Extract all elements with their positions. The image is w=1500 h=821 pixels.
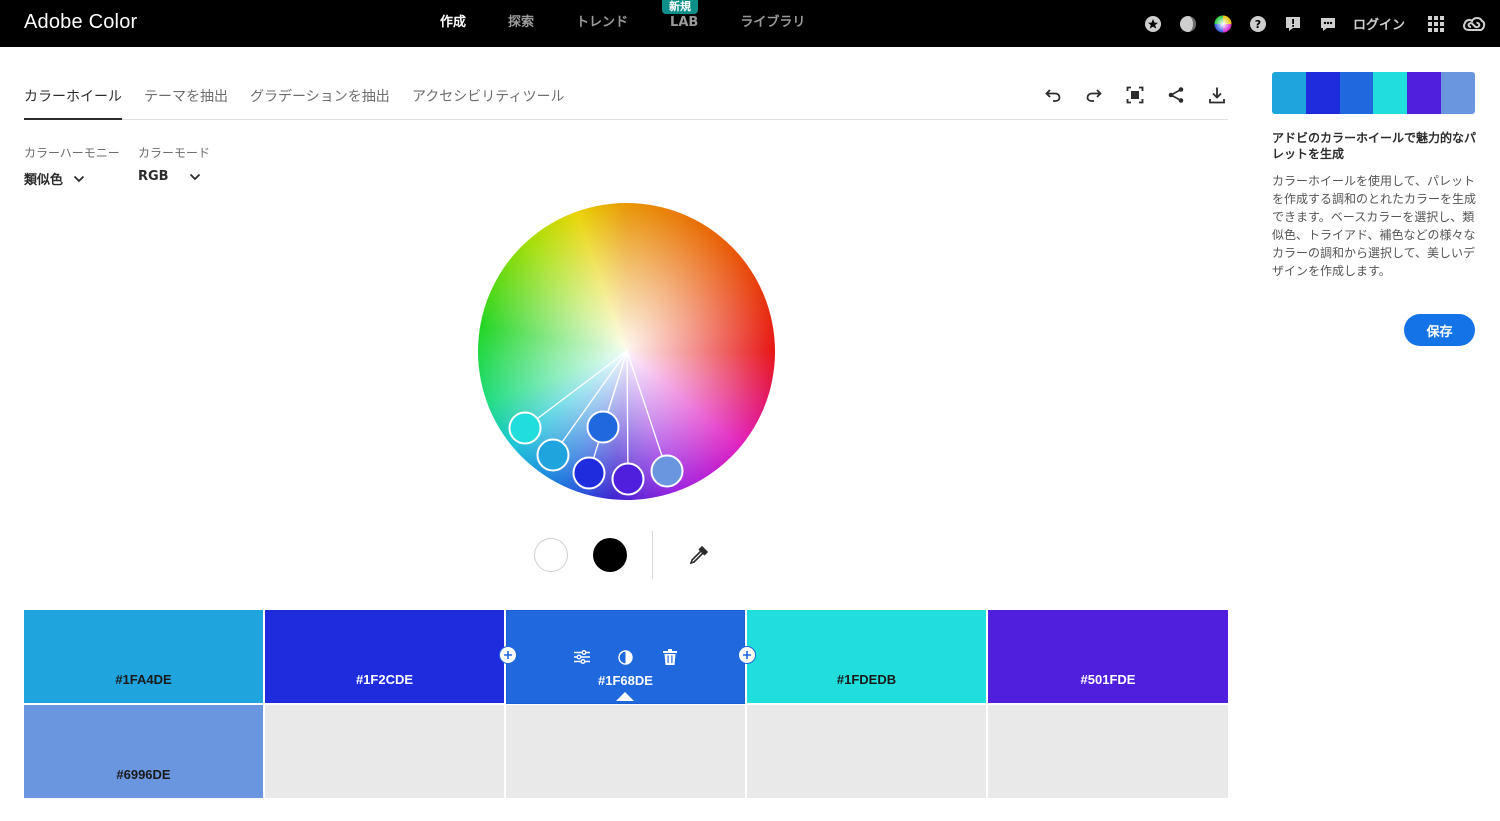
save-button[interactable]: 保存: [1404, 314, 1475, 346]
nav-lab[interactable]: 新規 LAB: [662, 0, 698, 47]
mode-value: RGB: [138, 169, 169, 184]
nav-library[interactable]: ライブラリ: [740, 0, 805, 47]
nav-trends[interactable]: トレンド: [576, 0, 628, 47]
wheel-handle-5[interactable]: [611, 462, 645, 496]
panel-description: カラーホイールを使用して、パレットを作成する調和のとれたカラーを生成できます。ベ…: [1272, 174, 1477, 278]
add-swatch-right-icon[interactable]: [738, 646, 756, 664]
swatch-1[interactable]: #1FA4DE: [24, 610, 263, 703]
empty-slot: [747, 705, 986, 798]
swatch-grid: #1FA4DE #1F2CDE #1F68DE #1FDEDB #501FDE …: [24, 610, 1228, 798]
empty-slot: [265, 705, 504, 798]
tab-accessibility-tools[interactable]: アクセシビリティツール: [412, 86, 564, 120]
swatch-3-selected[interactable]: #1F68DE: [506, 610, 745, 704]
contrast-icon[interactable]: [617, 648, 635, 666]
color-wheel-icon[interactable]: [1214, 15, 1232, 33]
selected-caret-icon: [616, 692, 634, 701]
undo-icon[interactable]: [1042, 84, 1064, 106]
mode-dropdown[interactable]: RGB: [138, 169, 210, 184]
tool-tabs: カラーホイール テーマを抽出 グラデーションを抽出 アクセシビリティツール: [24, 72, 1228, 120]
moon-icon[interactable]: [1179, 15, 1197, 33]
feedback-icon[interactable]: [1284, 15, 1302, 33]
tab-extract-gradient[interactable]: グラデーションを抽出: [250, 86, 390, 120]
wheel-handle-6[interactable]: [650, 454, 684, 488]
swatch-6[interactable]: #6996DE: [24, 705, 263, 798]
svg-text:?: ?: [1255, 18, 1261, 31]
nav-create[interactable]: 作成: [440, 0, 466, 47]
swatch-2[interactable]: #1F2CDE: [265, 610, 504, 703]
harmony-field: カラーハーモニー 類似色: [24, 144, 120, 188]
panel-title: アドビのカラーホイールで魅力的なパレットを生成: [1272, 131, 1477, 161]
apps-grid-icon[interactable]: [1427, 15, 1445, 33]
trash-icon[interactable]: [661, 648, 679, 666]
palette-color: [1373, 72, 1408, 114]
swatch-tools: [506, 648, 745, 666]
creative-cloud-icon[interactable]: [1462, 15, 1486, 33]
palette-color: [1339, 72, 1374, 114]
palette-color: [1272, 72, 1306, 114]
top-icons: ? ログイン: [1127, 0, 1486, 47]
tab-color-wheel[interactable]: カラーホイール: [24, 86, 122, 120]
help-icon[interactable]: ?: [1249, 15, 1267, 33]
redo-icon[interactable]: [1083, 84, 1105, 106]
mode-field: カラーモード RGB: [138, 144, 210, 184]
top-bar: Adobe Color 作成 探索 トレンド 新規 LAB ライブラリ ? ログ…: [0, 0, 1500, 47]
new-badge: 新規: [662, 0, 699, 14]
chat-icon[interactable]: [1319, 15, 1337, 33]
chevron-down-icon: [189, 173, 200, 180]
harmony-dropdown[interactable]: 類似色: [24, 169, 120, 188]
wheel-handles: [508, 350, 684, 496]
login-link[interactable]: ログイン: [1353, 14, 1405, 33]
brand-logo[interactable]: Adobe Color: [24, 11, 137, 34]
palette-color: [1441, 72, 1475, 114]
share-icon[interactable]: [1165, 84, 1187, 106]
chevron-down-icon: [73, 175, 85, 182]
wheel-handle-1[interactable]: [508, 411, 542, 445]
black-swatch-button[interactable]: [593, 538, 627, 572]
harmony-label: カラーハーモニー: [24, 146, 120, 160]
empty-slot: [506, 705, 745, 798]
palette-color: [1407, 72, 1442, 114]
palette-color: [1305, 72, 1340, 114]
fullscreen-icon[interactable]: [1124, 84, 1146, 106]
swatch-5[interactable]: #501FDE: [988, 610, 1228, 703]
tab-extract-theme[interactable]: テーマを抽出: [144, 86, 228, 120]
divider: [652, 531, 653, 579]
wheel-handle-2[interactable]: [536, 438, 570, 472]
swatch-4[interactable]: #1FDEDB: [747, 610, 986, 703]
wheel-handle-4[interactable]: [572, 456, 606, 490]
add-swatch-left-icon[interactable]: [499, 646, 517, 664]
sliders-icon[interactable]: [573, 648, 591, 666]
wheel-handle-3[interactable]: [586, 410, 620, 444]
color-wheel[interactable]: [478, 203, 775, 500]
palette-preview: [1272, 72, 1475, 114]
toolbar: [1023, 84, 1228, 106]
eyedropper-icon[interactable]: [688, 544, 710, 566]
empty-slot: [988, 705, 1228, 798]
download-icon[interactable]: [1206, 84, 1228, 106]
harmony-value: 類似色: [24, 173, 64, 188]
white-swatch-button[interactable]: [534, 538, 568, 572]
main-nav: 作成 探索 トレンド 新規 LAB ライブラリ: [440, 0, 847, 47]
mode-label: カラーモード: [138, 146, 211, 160]
star-icon[interactable]: [1144, 15, 1162, 33]
nav-explore[interactable]: 探索: [508, 0, 534, 47]
